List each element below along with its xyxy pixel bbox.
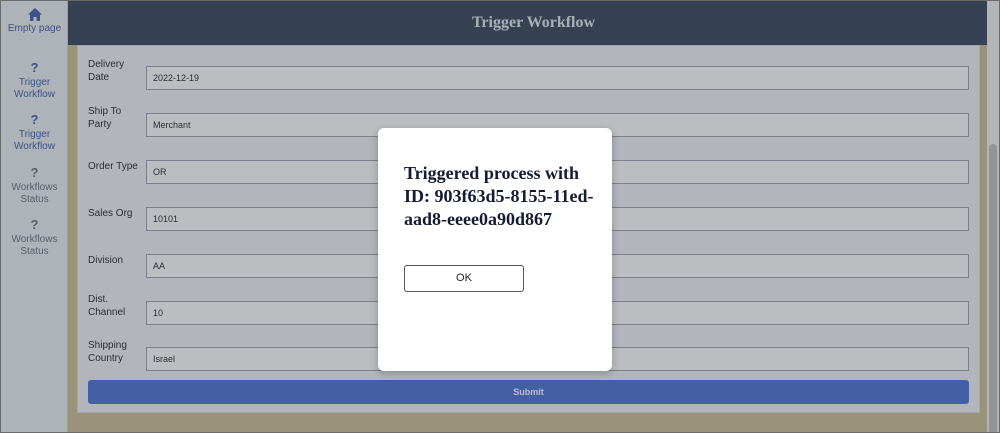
dialog-message: Triggered process with ID: 903f63d5-8155… [404, 163, 594, 229]
confirmation-dialog: Triggered process with ID: 903f63d5-8155… [378, 128, 612, 371]
ok-button[interactable]: OK [404, 265, 524, 292]
app-window: Empty page ? Trigger Workflow ? Trigger … [0, 0, 1000, 433]
